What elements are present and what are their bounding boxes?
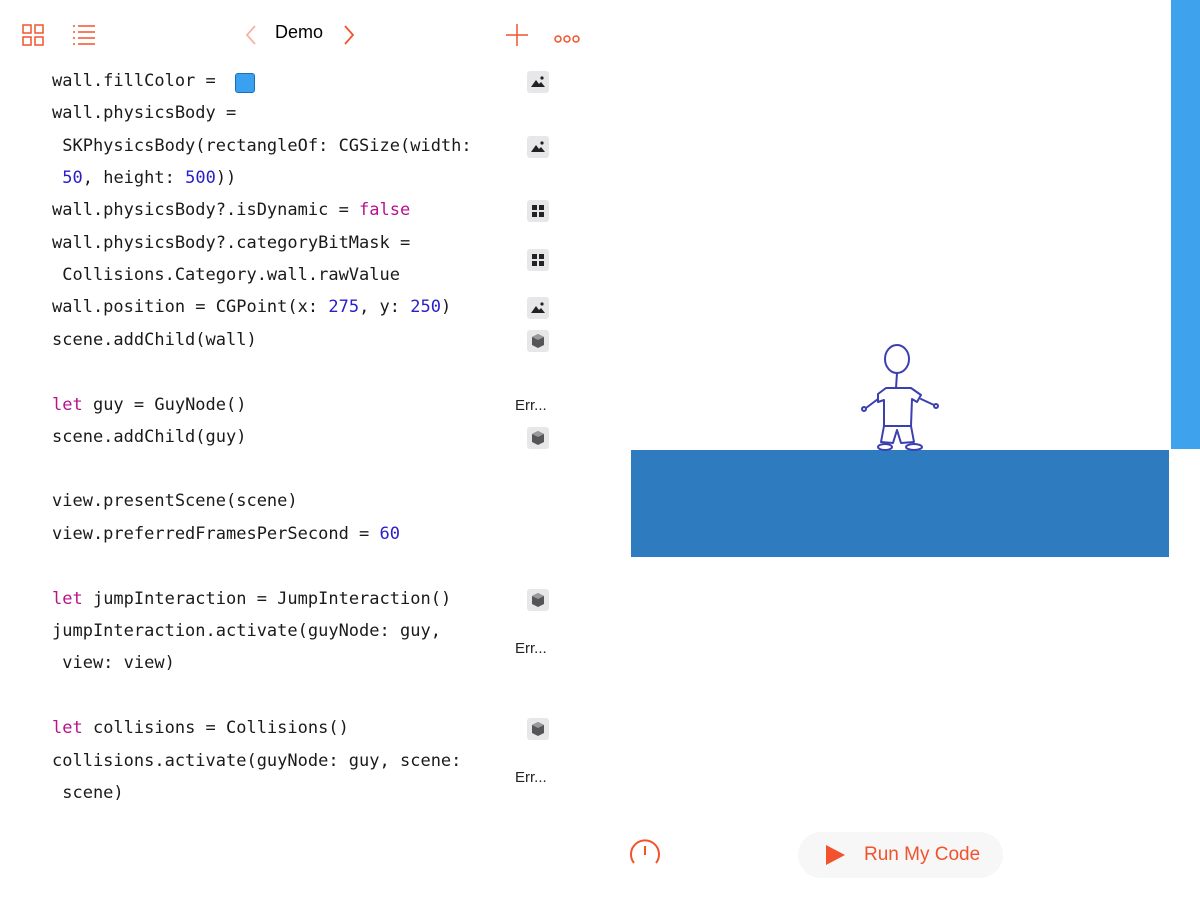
code-token: jumpInteraction.activate(guyNode: guy,: [52, 621, 441, 641]
code-token: , y:: [359, 297, 411, 317]
code-token: Collisions.Category.wall.rawValue: [52, 265, 400, 285]
code-token: ): [440, 297, 452, 317]
keyword-token: let: [52, 718, 83, 738]
code-token: wall.fillColor =: [52, 71, 226, 91]
code-line[interactable]: wall.physicsBody?.isDynamic = false: [52, 200, 410, 220]
code-line[interactable]: jumpInteraction.activate(guyNode: guy,: [52, 621, 441, 641]
run-my-code-button[interactable]: Run My Code: [798, 832, 1003, 878]
code-line[interactable]: 50, height: 500)): [52, 168, 236, 188]
code-token: wall.physicsBody?.categoryBitMask =: [52, 233, 411, 253]
keyword-token: let: [52, 589, 83, 609]
error-result[interactable]: Err...: [515, 397, 547, 414]
result-viewer-button[interactable]: [527, 136, 549, 158]
code-line[interactable]: scene): [52, 783, 124, 803]
code-token: wall.physicsBody?.isDynamic =: [52, 200, 360, 220]
code-line[interactable]: let collisions = Collisions(): [52, 718, 349, 738]
keyword-token: false: [359, 200, 411, 220]
keyword-token: let: [52, 395, 83, 415]
result-viewer-button[interactable]: [527, 330, 549, 352]
number-token: 250: [410, 297, 441, 317]
code-token: collisions.activate(guyNode: guy, scene:: [52, 751, 462, 771]
number-token: 275: [328, 297, 360, 317]
image-icon: [531, 302, 545, 313]
result-viewer-button[interactable]: [527, 718, 549, 740]
code-token: view.preferredFramesPerSecond =: [52, 524, 380, 544]
wall-node: [1171, 0, 1200, 449]
grid-icon: [532, 205, 544, 217]
code-line[interactable]: wall.position = CGPoint(x: 275, y: 250): [52, 297, 451, 317]
code-line[interactable]: scene.addChild(wall): [52, 330, 257, 350]
number-token: 60: [379, 524, 400, 544]
result-viewer-button[interactable]: [527, 589, 549, 611]
cube-icon: [532, 431, 544, 445]
code-line[interactable]: view.presentScene(scene): [52, 491, 298, 511]
code-line[interactable]: let jumpInteraction = JumpInteraction(): [52, 589, 451, 609]
code-token: view: view): [52, 653, 175, 673]
code-line[interactable]: Collisions.Category.wall.rawValue: [52, 265, 400, 285]
code-line[interactable]: wall.physicsBody =: [52, 103, 236, 123]
number-token: 500: [185, 168, 216, 188]
code-line[interactable]: scene.addChild(guy): [52, 427, 246, 447]
number-token: 50: [62, 168, 83, 188]
code-token: scene.addChild(wall): [52, 330, 257, 350]
code-token: jumpInteraction = JumpInteraction(): [82, 589, 452, 609]
run-button-label: Run My Code: [864, 844, 981, 865]
code-token: , height:: [82, 168, 186, 188]
speedometer-icon: [630, 839, 660, 864]
code-token: wall.position = CGPoint(x:: [52, 297, 329, 317]
code-line[interactable]: SKPhysicsBody(rectangleOf: CGSize(width:: [52, 136, 472, 156]
error-result[interactable]: Err...: [515, 640, 547, 657]
code-editor[interactable]: wall.fillColor = wall.physicsBody = SKPh…: [0, 0, 600, 830]
image-icon: [531, 76, 545, 87]
code-token: view.presentScene(scene): [52, 491, 298, 511]
code-token: wall.physicsBody =: [52, 103, 237, 123]
code-token: scene): [52, 783, 124, 803]
image-icon: [531, 141, 545, 152]
code-token: )): [215, 168, 237, 188]
color-swatch[interactable]: [235, 73, 255, 93]
stick-figure: [861, 344, 939, 451]
grid-icon: [532, 254, 544, 266]
code-token: scene.addChild(guy): [52, 427, 247, 447]
platform-node: [631, 450, 1169, 557]
error-result[interactable]: Err...: [515, 769, 547, 786]
code-line[interactable]: wall.physicsBody?.categoryBitMask =: [52, 233, 410, 253]
speed-button[interactable]: [628, 837, 662, 871]
play-icon: [826, 845, 845, 865]
result-viewer-button[interactable]: [527, 71, 549, 93]
code-line[interactable]: collisions.activate(guyNode: guy, scene:: [52, 751, 461, 771]
code-token: collisions = Collisions(): [82, 718, 349, 738]
code-line[interactable]: wall.fillColor =: [52, 71, 226, 91]
code-token: SKPhysicsBody(rectangleOf: CGSize(width:: [52, 136, 472, 156]
result-viewer-button[interactable]: [527, 297, 549, 319]
result-viewer-button[interactable]: [527, 249, 549, 271]
cube-icon: [532, 593, 544, 607]
code-token: guy = GuyNode(): [82, 395, 247, 415]
cube-icon: [532, 334, 544, 348]
result-viewer-button[interactable]: [527, 200, 549, 222]
code-line[interactable]: let guy = GuyNode(): [52, 395, 246, 415]
cube-icon: [532, 722, 544, 736]
code-line[interactable]: view: view): [52, 653, 175, 673]
code-line[interactable]: view.preferredFramesPerSecond = 60: [52, 524, 400, 544]
result-viewer-button[interactable]: [527, 427, 549, 449]
